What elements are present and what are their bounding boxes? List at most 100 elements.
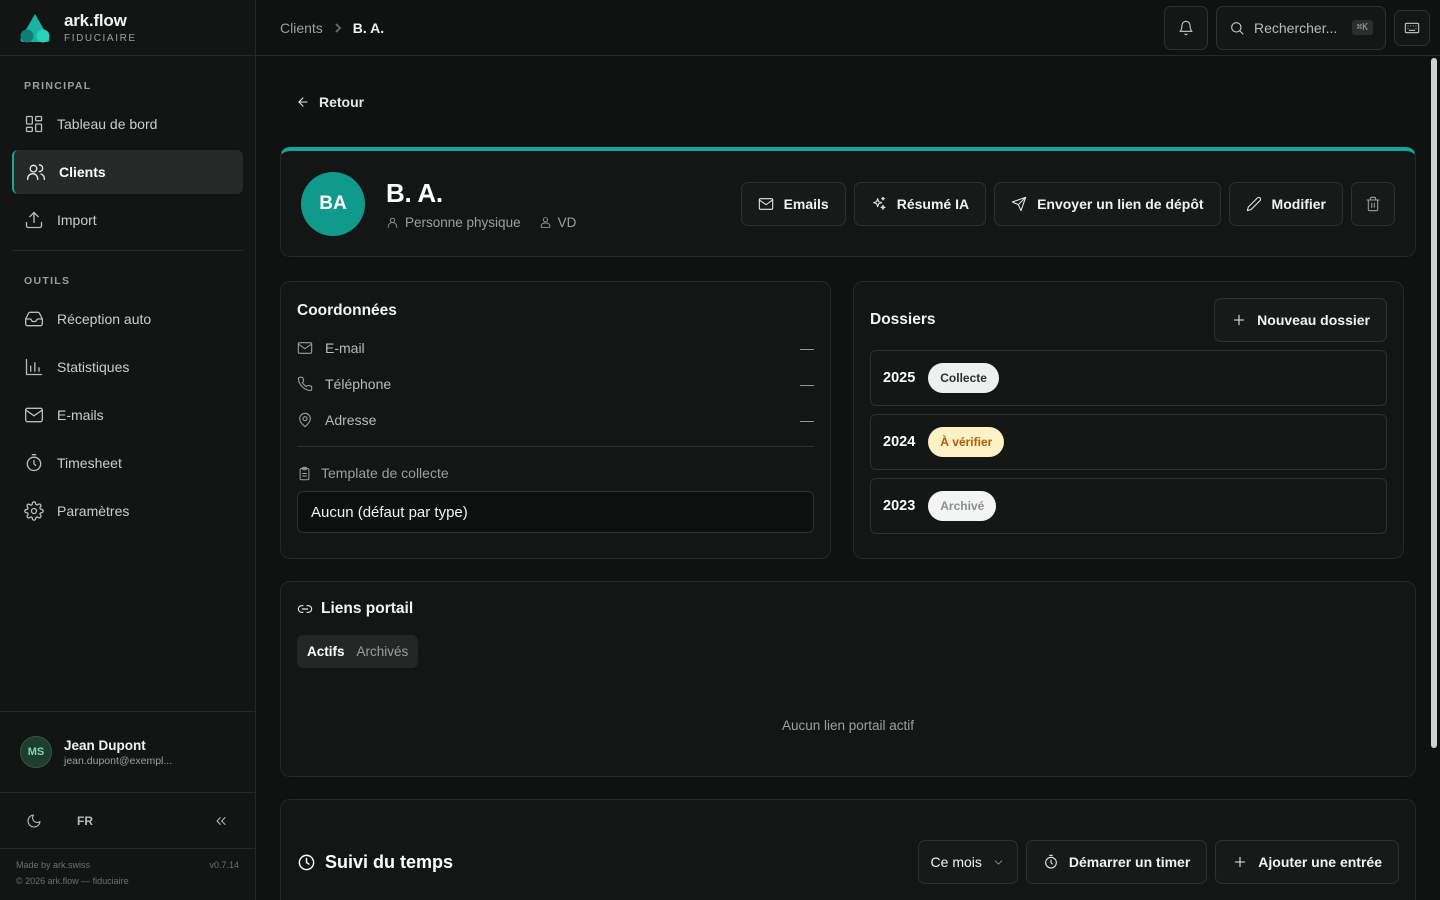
- plus-icon: [1233, 314, 1245, 326]
- keyboard-shortcuts-button[interactable]: [1394, 9, 1430, 46]
- scrollbar-thumb[interactable]: [1431, 58, 1437, 748]
- copyright-text: © 2026 ark.flow — fiduciaire: [16, 876, 129, 886]
- page-content: Retour BA B. A. Personne physique VD Ema…: [256, 56, 1440, 900]
- template-label: Template de collecte: [297, 465, 814, 481]
- nav-section-tools: OUTILS: [24, 275, 71, 287]
- chevron-down-icon: [994, 859, 1003, 865]
- breadcrumb-clients-link[interactable]: Clients: [280, 20, 323, 36]
- emails-button-label: Emails: [783, 195, 829, 212]
- empty-state-text: Aucun lien portail actif: [781, 718, 915, 733]
- template-select[interactable]: Aucun (défaut par type): [297, 491, 814, 533]
- ai-summary-button[interactable]: Résumé IA: [853, 181, 987, 226]
- client-type: Personne physique: [386, 215, 521, 230]
- tab-active[interactable]: Actifs: [301, 639, 351, 664]
- collapse-sidebar-button[interactable]: [213, 813, 229, 829]
- tab-archived[interactable]: Archivés: [351, 639, 415, 664]
- sidebar: ark.flow FIDUCIAIRE PRINCIPAL Tableau de…: [0, 0, 256, 900]
- email-field: E-mail —: [297, 330, 814, 366]
- plus-icon: [1235, 856, 1246, 868]
- sidebar-item-statistics[interactable]: Statistiques: [12, 345, 243, 389]
- sidebar-tools: FR: [0, 793, 255, 849]
- upload-icon: [25, 211, 43, 229]
- mail-icon: [758, 197, 773, 210]
- timer-icon: [1045, 854, 1057, 869]
- divider: [297, 446, 814, 447]
- keyboard-icon: [1404, 22, 1420, 33]
- client-canton: VD: [539, 215, 576, 230]
- search-icon: [1231, 21, 1244, 35]
- theme-toggle-button[interactable]: [26, 813, 42, 829]
- sidebar-item-label: Paramètres: [57, 503, 130, 519]
- users-icon: [27, 164, 45, 181]
- add-entry-label: Ajouter une entrée: [1258, 854, 1382, 870]
- sidebar-item-label: Import: [57, 212, 97, 228]
- add-entry-button[interactable]: Ajouter une entrée: [1215, 840, 1399, 884]
- send-deposit-link-button[interactable]: Envoyer un lien de dépôt: [994, 181, 1221, 226]
- sidebar-item-emails[interactable]: E-mails: [12, 393, 243, 437]
- made-by-link[interactable]: Made by ark.swiss: [16, 857, 90, 873]
- avatar: MS: [20, 736, 52, 768]
- edit-button-label: Modifier: [1271, 195, 1326, 212]
- breadcrumb: Clients B. A.: [280, 20, 384, 36]
- version-label: v0.7.14: [209, 860, 239, 870]
- edit-button[interactable]: Modifier: [1228, 181, 1343, 226]
- search-placeholder: Rechercher...: [1254, 19, 1338, 36]
- new-dossier-button[interactable]: Nouveau dossier: [1214, 298, 1387, 342]
- topbar: Clients B. A. Rechercher... ⌘K: [256, 0, 1440, 56]
- template-label-text: Template de collecte: [321, 465, 449, 481]
- bar-chart-icon: [25, 358, 43, 376]
- breadcrumb-current: B. A.: [352, 19, 385, 36]
- notifications-button[interactable]: [1164, 5, 1208, 50]
- mail-icon: [297, 342, 313, 354]
- dossier-row-2023[interactable]: 2023 Archivé: [870, 478, 1387, 534]
- field-label: Adresse: [325, 412, 377, 428]
- mail-icon: [25, 407, 43, 423]
- emails-button[interactable]: Emails: [740, 181, 846, 226]
- scrollbar[interactable]: [1428, 56, 1438, 900]
- portal-tabs: Actifs Archivés: [297, 635, 419, 668]
- trash-icon: [1366, 196, 1380, 211]
- chevron-right-icon: [335, 22, 342, 33]
- sidebar-item-label: Clients: [59, 164, 106, 180]
- dossier-year: 2025: [883, 370, 916, 386]
- dossier-year: 2024: [883, 434, 916, 450]
- address-field: Adresse —: [297, 402, 814, 438]
- brand[interactable]: ark.flow FIDUCIAIRE: [0, 0, 255, 56]
- main-area: Clients B. A. Rechercher... ⌘K Retour BA…: [256, 0, 1440, 900]
- coordinates-card: Coordonnées E-mail — Téléphone — Adresse…: [280, 281, 831, 559]
- status-badge: Archivé: [928, 491, 997, 521]
- moon-icon: [27, 813, 41, 827]
- sidebar-item-reception[interactable]: Réception auto: [12, 297, 243, 341]
- language-switch[interactable]: FR: [77, 814, 93, 828]
- period-select[interactable]: Ce mois: [917, 840, 1018, 884]
- pencil-icon: [1246, 196, 1261, 211]
- sidebar-item-dashboard[interactable]: Tableau de bord: [12, 102, 243, 146]
- delete-button[interactable]: [1351, 181, 1395, 226]
- dossier-row-2025[interactable]: 2025 Collecte: [870, 350, 1387, 406]
- start-timer-label: Démarrer un timer: [1068, 854, 1191, 870]
- sidebar-item-label: Réception auto: [57, 311, 152, 327]
- search-input[interactable]: Rechercher... ⌘K: [1216, 5, 1386, 50]
- inbox-icon: [25, 311, 43, 327]
- user-profile[interactable]: MS Jean Dupont jean.dupont@exempl...: [0, 711, 255, 793]
- field-value: —: [800, 412, 814, 428]
- sidebar-item-timesheet[interactable]: Timesheet: [12, 441, 243, 485]
- sidebar-nav: PRINCIPAL Tableau de bord Clients Import…: [0, 56, 255, 537]
- start-timer-button[interactable]: Démarrer un timer: [1025, 840, 1208, 884]
- sidebar-item-settings[interactable]: Paramètres: [12, 489, 243, 533]
- dossier-row-2024[interactable]: 2024 À vérifier: [870, 414, 1387, 470]
- sidebar-footer: Made by ark.swiss v0.7.14 © 2026 ark.flo…: [16, 857, 239, 889]
- arrow-left-icon: [298, 97, 308, 107]
- search-shortcut: ⌘K: [1351, 20, 1373, 35]
- nav-section-principal: PRINCIPAL: [24, 80, 92, 92]
- send-link-button-label: Envoyer un lien de dépôt: [1037, 195, 1204, 212]
- bell-icon: [1179, 20, 1193, 35]
- status-badge: À vérifier: [928, 427, 1005, 457]
- sidebar-item-clients[interactable]: Clients: [12, 150, 243, 194]
- gear-icon: [24, 501, 44, 521]
- dossiers-title: Dossiers: [870, 311, 936, 328]
- sidebar-item-import[interactable]: Import: [12, 198, 243, 242]
- back-button[interactable]: Retour: [296, 94, 364, 110]
- phone-field: Téléphone —: [297, 366, 814, 402]
- sparkles-icon: [872, 196, 886, 210]
